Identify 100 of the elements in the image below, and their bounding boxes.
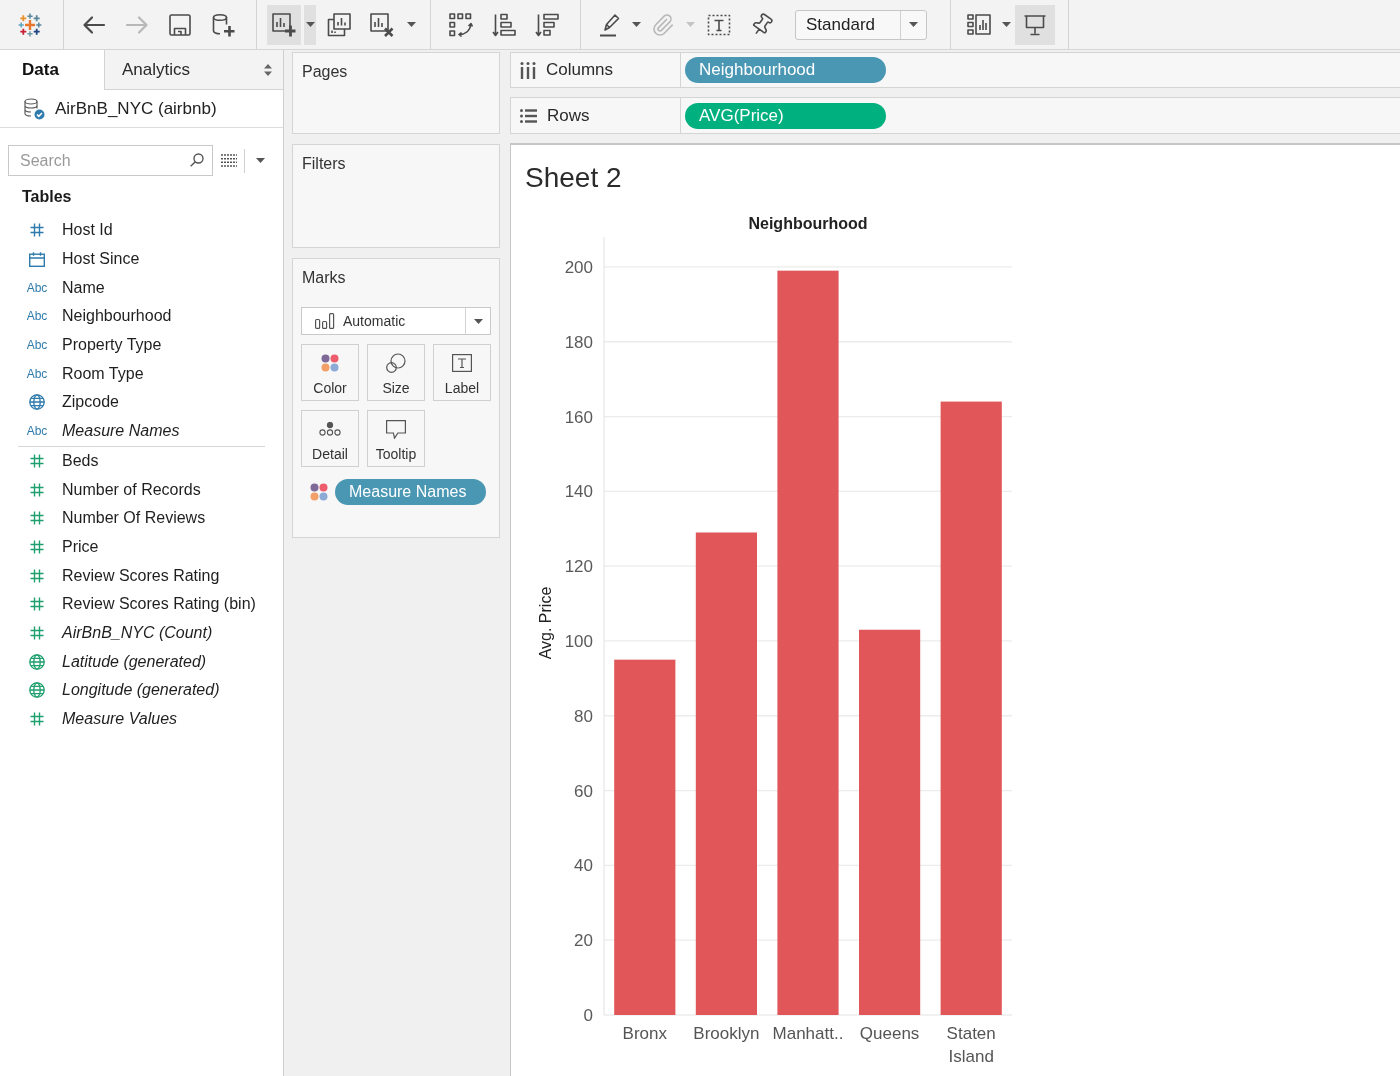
tick-label: 80	[574, 706, 593, 726]
database-plus-icon	[211, 12, 235, 37]
hash-icon	[30, 568, 44, 583]
tick-label: 0	[583, 1006, 593, 1024]
rows-icon	[520, 108, 537, 123]
tick-label: 200	[564, 257, 593, 277]
presentation-mode-button[interactable]	[1015, 4, 1055, 45]
field-name[interactable]: Host Id	[62, 220, 113, 241]
field-name[interactable]: Measure Values	[62, 709, 178, 730]
hash-icon	[30, 223, 44, 238]
detail-button[interactable]: Detail	[301, 410, 359, 467]
shelf-label: Rows	[547, 104, 590, 127]
hash-icon	[30, 625, 44, 640]
x-axis-title: Neighbourhood	[748, 215, 868, 232]
circles-icon	[386, 353, 406, 373]
caret-down-icon	[473, 318, 483, 324]
caret-down-icon	[631, 22, 641, 27]
mark-type-select[interactable]: Automatic	[301, 307, 491, 335]
section-title: Tables	[22, 187, 72, 207]
type-label: Abc	[26, 280, 48, 295]
calendar-icon	[29, 251, 45, 267]
easel-icon	[1023, 12, 1047, 37]
field-name[interactable]: Zipcode	[62, 392, 119, 413]
type-label: Abc	[26, 338, 48, 353]
sort-descending-icon	[535, 12, 559, 37]
tick-label: 160	[564, 407, 593, 427]
list-view-icon[interactable]	[221, 154, 237, 167]
field-name[interactable]: Review Scores Rating	[62, 565, 220, 586]
shelf-label: Columns	[546, 59, 614, 82]
globe-icon	[29, 394, 45, 411]
category-label: Bronx	[622, 1023, 667, 1045]
pane-tab[interactable]: Analytics	[104, 50, 283, 90]
field-name[interactable]: Measure Names	[62, 421, 180, 442]
hash-icon	[30, 712, 44, 727]
field-name[interactable]: Review Scores Rating (bin)	[62, 594, 256, 615]
field-name[interactable]: Neighbourhood	[62, 306, 172, 327]
tick-label: 120	[564, 557, 593, 577]
stacked-charts-icon	[327, 12, 351, 37]
bar-chart-x-icon	[370, 12, 394, 37]
globe-icon	[29, 682, 45, 699]
caret-down-icon	[1001, 22, 1011, 27]
card-title: Pages	[302, 62, 348, 82]
field-name[interactable]: Room Type	[62, 363, 144, 384]
caret-down-icon	[305, 22, 315, 27]
category-label: Manhatt..	[772, 1023, 844, 1045]
card-title: Filters	[302, 154, 346, 174]
field-name[interactable]: Host Since	[62, 249, 140, 270]
type-label: Abc	[26, 366, 48, 381]
hash-icon	[30, 453, 44, 468]
bar-chart-icon	[315, 313, 335, 329]
columns-icon	[520, 61, 536, 79]
dropdown-button[interactable]	[304, 4, 316, 45]
hash-icon	[30, 597, 44, 612]
size-button[interactable]: Size	[367, 344, 425, 401]
pushpin-icon	[750, 12, 774, 37]
up-down-arrows-icon	[264, 63, 272, 76]
globe-icon	[29, 653, 45, 670]
tick-label: 60	[574, 781, 593, 801]
y-axis-title: Avg. Price	[537, 586, 554, 660]
field-name[interactable]: Property Type	[62, 335, 162, 356]
pen-icon	[597, 12, 621, 37]
field-name[interactable]: Latitude (generated)	[62, 651, 207, 672]
caret-down-icon	[685, 22, 695, 27]
category-label: Staten Island	[945, 1023, 997, 1068]
field-name[interactable]: Price	[62, 536, 99, 557]
speech-bubble-icon	[386, 419, 406, 439]
search-icon	[190, 153, 204, 167]
caret-down-icon	[256, 158, 265, 163]
field-name[interactable]: Name	[62, 277, 105, 298]
hash-icon	[30, 539, 44, 554]
type-label: Abc	[26, 424, 48, 439]
tick-label: 20	[574, 931, 593, 951]
field-name[interactable]: AirBnB_NYC (Count)	[62, 622, 213, 643]
field-name[interactable]: Number Of Reviews	[62, 508, 206, 529]
type-label: Abc	[26, 309, 48, 324]
color-dots-icon	[321, 354, 339, 372]
color-dots-icon	[310, 483, 328, 501]
tick-label: 40	[574, 856, 593, 876]
sort-ascending-icon	[492, 12, 516, 37]
search-field[interactable]: Search	[8, 145, 213, 176]
view-size-select[interactable]: Standard	[795, 9, 927, 40]
tick-label: 140	[564, 482, 593, 502]
field-name[interactable]: Number of Records	[62, 479, 201, 500]
bar-chart-plus-icon	[272, 12, 296, 37]
field-name[interactable]: Longitude (generated)	[62, 680, 220, 701]
tick-label: 100	[564, 631, 593, 651]
field-name[interactable]: Beds	[62, 450, 99, 471]
tick-label: 180	[564, 332, 593, 352]
hash-icon	[30, 511, 44, 526]
category-label: Queens	[859, 1023, 920, 1045]
label-button[interactable]: Label	[433, 344, 491, 401]
database-check-icon	[23, 97, 45, 120]
paperclip-icon	[651, 12, 675, 37]
caret-down-icon	[406, 22, 416, 27]
card-title: Marks	[302, 268, 346, 288]
dots-icon	[319, 422, 341, 436]
new-worksheet-button[interactable]	[267, 4, 301, 45]
data-source-name[interactable]: AirBnB_NYC (airbnb)	[55, 95, 217, 122]
tooltip-button[interactable]: Tooltip	[367, 410, 425, 467]
color-button[interactable]: Color	[301, 344, 359, 401]
